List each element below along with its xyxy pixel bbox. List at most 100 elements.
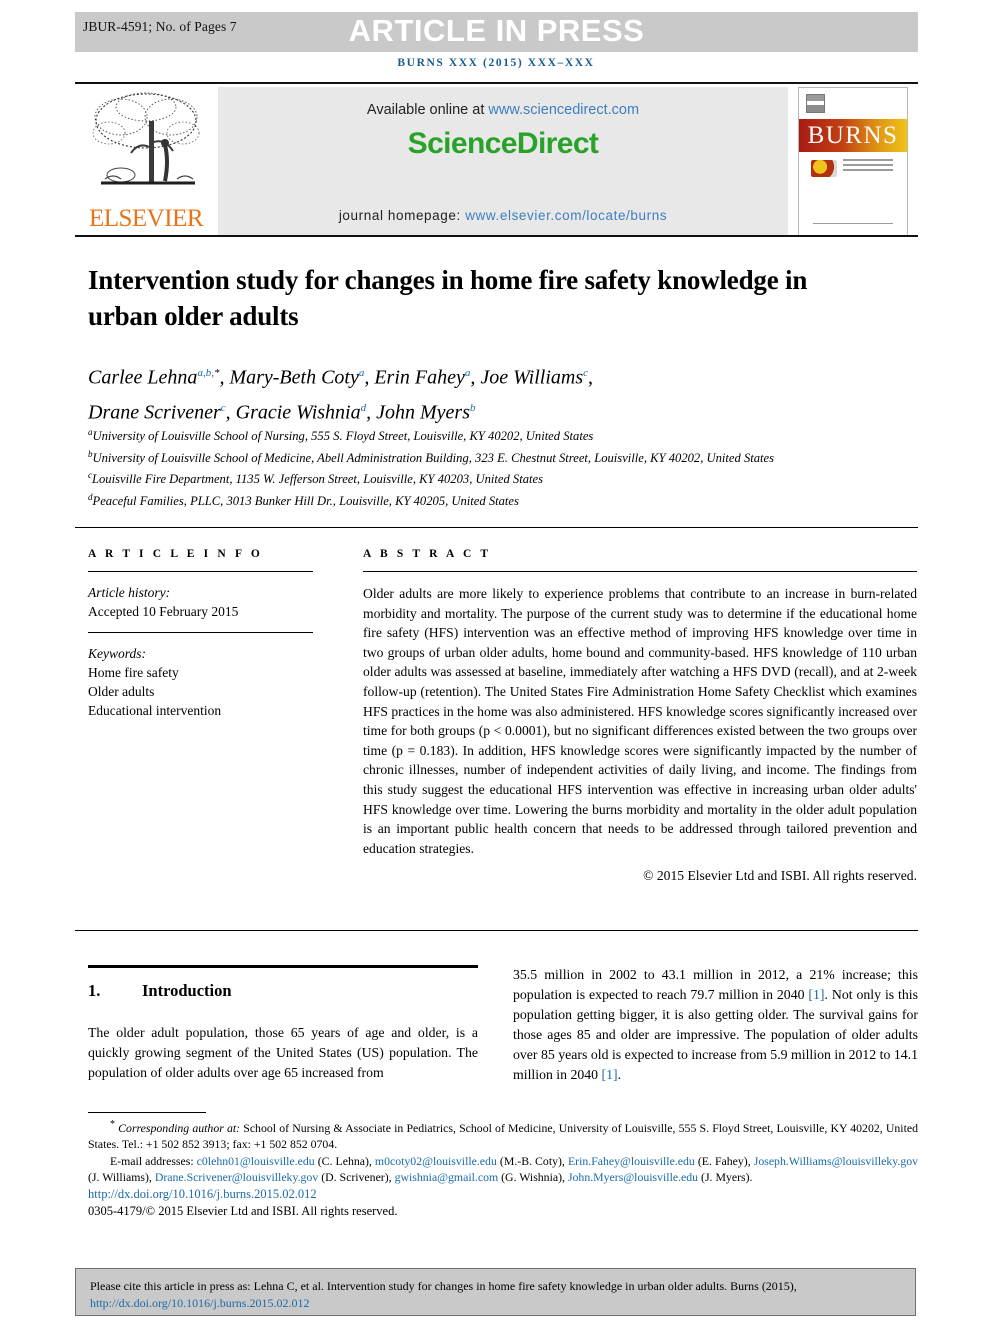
abstract-column: A B S T R A C T Older adults are more li… (363, 548, 917, 884)
keyword-item: Home fire safety (88, 665, 179, 680)
doi-link[interactable]: http://dx.doi.org/10.1016/j.burns.2015.0… (88, 1186, 918, 1203)
email-owner: (J. Williams), (88, 1170, 152, 1185)
email-owner: (G. Wishnia), (501, 1170, 565, 1185)
email-addresses-label: E-mail addresses: (110, 1153, 194, 1168)
footnote-block: * Corresponding author at: School of Nur… (88, 1117, 918, 1220)
abstract-heading: A B S T R A C T (363, 548, 492, 560)
intro-paragraph-left: The older adult population, those 65 yea… (88, 1025, 478, 1080)
body-column-left: 1. Introduction The older adult populatio… (88, 965, 478, 1083)
author-affil-marker: c (220, 401, 226, 414)
cover-title-band: BURNS (799, 119, 907, 152)
author-list: Carlee Lehnaa,b,*, Mary-Beth Cotya, Erin… (88, 366, 594, 424)
author-affil-marker: a (358, 367, 365, 379)
email-owner: (E. Fahey), (697, 1153, 751, 1168)
citation-notice-text: Please cite this article in press as: Le… (90, 1279, 797, 1293)
citation-notice-box: Please cite this article in press as: Le… (75, 1268, 916, 1316)
article-in-press-bar: JBUR-4591; No. of Pages 7 ARTICLE IN PRE… (75, 12, 918, 52)
author-affil-marker: a,b, (197, 367, 214, 379)
affiliation-item: aUniversity of Louisville School of Nurs… (88, 424, 858, 446)
citation-ref[interactable]: [1] (808, 987, 824, 1002)
cover-title-text: BURNS (807, 122, 899, 149)
elsevier-tree-icon (92, 92, 200, 185)
intro-paragraph-right: 35.5 million in 2002 to 43.1 million in … (513, 965, 918, 1085)
cover-publisher-mark-icon (806, 94, 825, 113)
affiliation-list: aUniversity of Louisville School of Nurs… (88, 424, 858, 511)
journal-homepage-prefix: journal homepage: (338, 208, 466, 223)
affiliation-text: Peaceful Families, PLLC, 3013 Bunker Hil… (92, 494, 519, 509)
affiliation-item: dPeaceful Families, PLLC, 3013 Bunker Hi… (88, 489, 858, 511)
email-link[interactable]: John.Myers@louisville.edu (568, 1170, 698, 1184)
author-affil-marker: a (464, 367, 471, 379)
intro-right-text-3: . (617, 1067, 622, 1082)
citation-notice-link[interactable]: http://dx.doi.org/10.1016/j.burns.2015.0… (90, 1296, 309, 1310)
email-link[interactable]: gwishnia@gmail.com (395, 1170, 499, 1184)
abstract-text: Older adults are more likely to experien… (363, 586, 917, 856)
email-link[interactable]: Drane.Scrivener@louisvilleky.gov (155, 1170, 318, 1184)
article-history-value: Accepted 10 February 2015 (88, 604, 239, 619)
author-name: Gracie Wishnia (235, 401, 361, 424)
elsevier-wordmark: ELSEVIER (88, 205, 204, 232)
body-column-right: 35.5 million in 2002 to 43.1 million in … (513, 965, 918, 1085)
author-name: John Myers (376, 401, 470, 424)
page-title: Intervention study for changes in home f… (88, 265, 808, 331)
section-heading-introduction: 1. Introduction (88, 981, 478, 1001)
affiliation-text: Louisville Fire Department, 1135 W. Jeff… (92, 472, 543, 487)
email-addresses-footnote: E-mail addresses: c0lehn01@louisville.ed… (88, 1153, 918, 1186)
author-name: Mary-Beth Coty (229, 366, 359, 389)
section-heading-rule (88, 965, 478, 968)
corresponding-author-marker: * (213, 367, 220, 379)
article-info-column: A R T I C L E I N F O Article history: A… (88, 548, 313, 720)
article-in-press-label: ARTICLE IN PRESS (348, 13, 645, 48)
journal-reference-line: BURNS XXX (2015) XXX–XXX (397, 57, 595, 69)
citation-notice-inner: Please cite this article in press as: Le… (76, 1269, 915, 1321)
email-link[interactable]: Joseph.Williams@louisvilleky.gov (754, 1154, 918, 1168)
author-name: Erin Fahey (374, 366, 465, 389)
email-link[interactable]: Erin.Fahey@louisville.edu (568, 1154, 695, 1168)
cover-divider (813, 223, 893, 224)
email-owner: (J. Myers). (701, 1170, 753, 1185)
corresponding-author-label: Corresponding author at: (118, 1120, 241, 1135)
article-history-label: Article history: (88, 585, 171, 600)
keyword-item: Educational intervention (88, 703, 222, 718)
author-name: Joe Williams (480, 366, 584, 389)
abstract-rule (363, 571, 917, 572)
article-info-heading: A R T I C L E I N F O (88, 548, 263, 560)
masthead-bottom-rule (75, 235, 918, 237)
section-title: Introduction (142, 981, 232, 1000)
available-online-line: Available online at www.sciencedirect.co… (218, 102, 788, 118)
keywords-block: Keywords: Home fire safety Older adults … (88, 644, 313, 720)
email-link[interactable]: c0lehn01@louisville.edu (197, 1154, 315, 1168)
affiliation-item: cLouisville Fire Department, 1135 W. Jef… (88, 467, 858, 489)
sciencedirect-url-link[interactable]: www.sciencedirect.com (488, 102, 639, 118)
journal-homepage-link[interactable]: www.elsevier.com/locate/burns (465, 208, 667, 223)
keyword-item: Older adults (88, 684, 155, 699)
author-name: Drane Scrivener (88, 401, 221, 424)
author-affil-marker: d (360, 401, 367, 414)
abstract-copyright: © 2015 Elsevier Ltd and ISBI. All rights… (643, 868, 917, 884)
corresponding-author-footnote: * Corresponding author at: School of Nur… (88, 1117, 918, 1153)
info-section-top-divider (75, 527, 918, 528)
corresponding-star-marker: * (110, 1119, 115, 1130)
citation-ref[interactable]: [1] (602, 1067, 618, 1082)
info-section-bottom-divider (75, 930, 918, 931)
issn-copyright-line: 0305-4179/© 2015 Elsevier Ltd and ISBI. … (88, 1203, 398, 1218)
email-owner: (C. Lehna), (317, 1153, 372, 1168)
available-online-prefix: Available online at (366, 102, 489, 118)
journal-homepage-line: journal homepage: www.elsevier.com/locat… (218, 208, 788, 223)
author-affil-marker: b (469, 401, 476, 414)
email-link[interactable]: m0coty02@louisville.edu (375, 1154, 497, 1168)
article-history-block: Article history: Accepted 10 February 20… (88, 583, 313, 621)
masthead-top-rule (75, 82, 918, 84)
sciencedirect-logo[interactable]: ScienceDirect (218, 127, 788, 161)
section-number: 1. (88, 981, 101, 1000)
keywords-label: Keywords: (88, 646, 146, 661)
author-affil-marker: c (583, 367, 589, 379)
elsevier-logo: ELSEVIER (87, 87, 205, 237)
keywords-rule (88, 632, 313, 633)
cover-society-lines (843, 159, 893, 174)
journal-masthead: ELSEVIER Available online at www.science… (75, 82, 918, 237)
affiliation-item: bUniversity of Louisville School of Medi… (88, 446, 858, 468)
email-owner: (M.-B. Coty), (499, 1153, 565, 1168)
sciencedirect-banner: Available online at www.sciencedirect.co… (218, 87, 788, 235)
journal-cover-thumbnail: BURNS (798, 87, 908, 237)
